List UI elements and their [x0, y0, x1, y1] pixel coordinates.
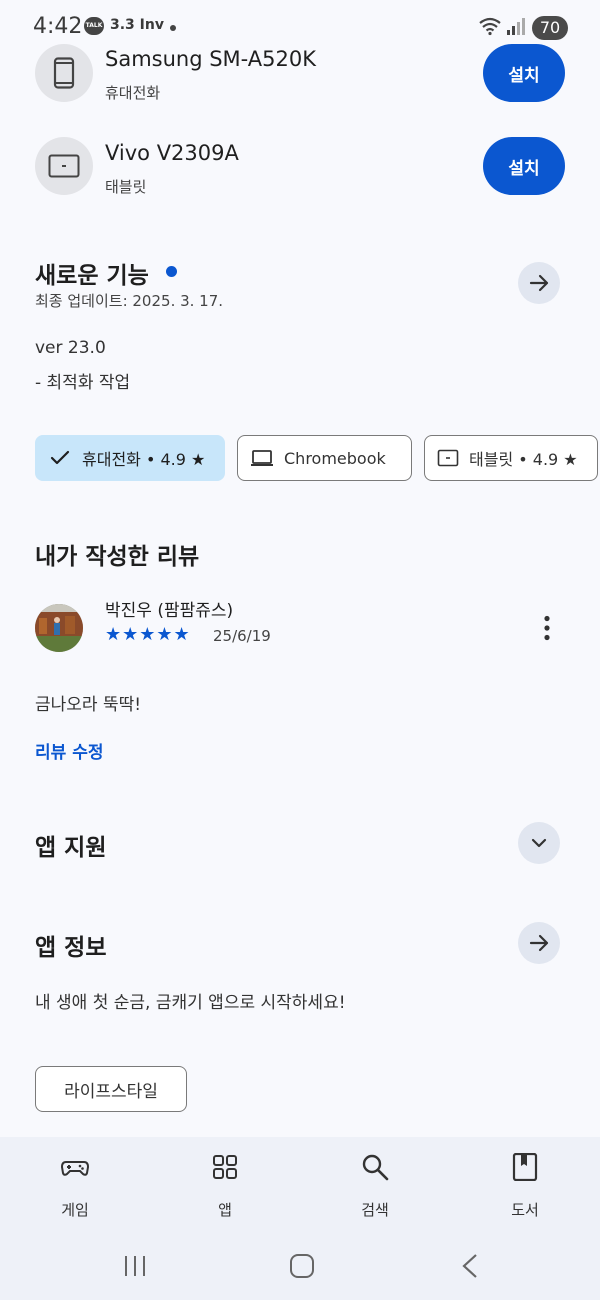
arrow-right-icon [529, 934, 549, 952]
nav-games[interactable]: 게임 [25, 1137, 125, 1237]
whats-new-title: 새로운 기능 [35, 263, 149, 289]
review-text: 금나오라 뚝딱! [35, 695, 142, 715]
talk-notification-icon: TALK [84, 17, 104, 35]
laptop-icon [251, 450, 273, 466]
arrow-right-icon [529, 274, 549, 292]
tablet-icon [48, 154, 80, 178]
back-icon[interactable] [460, 1253, 480, 1279]
app-description: 내 생애 첫 순금, 금캐기 앱으로 시작하세요! [35, 993, 346, 1013]
reviewer-name: 박진우 (팜팜쥬스) [105, 601, 234, 621]
chip-phone[interactable]: 휴대전화 • 4.9 ★ [35, 435, 225, 481]
nav-label: 검색 [361, 1201, 389, 1219]
nav-label: 도서 [511, 1201, 539, 1219]
phone-device-icon-container [35, 44, 93, 102]
check-icon [50, 450, 70, 465]
nav-apps[interactable]: 앱 [175, 1137, 275, 1237]
new-indicator-dot [166, 266, 177, 277]
book-icon [512, 1153, 538, 1181]
app-info-arrow-button[interactable] [518, 922, 560, 964]
tablet-device-icon-container [35, 137, 93, 195]
review-stars: ★★★★★ [105, 624, 191, 645]
system-navigation-bar [0, 1242, 600, 1300]
edit-review-link[interactable]: 리뷰 수정 [35, 738, 103, 763]
review-date: 25/6/19 [213, 627, 271, 645]
app-info-title: 앱 정보 [35, 935, 107, 961]
chip-label: 태블릿 • 4.9 ★ [469, 450, 578, 469]
device-type: 휴대전화 [105, 84, 161, 102]
nav-label: 앱 [218, 1201, 232, 1219]
nav-books[interactable]: 도서 [475, 1137, 575, 1237]
category-chip[interactable]: 라이프스타일 [35, 1066, 187, 1112]
chip-label: 휴대전화 • 4.9 ★ [82, 450, 206, 469]
install-button[interactable]: 설치 [483, 137, 565, 195]
notification-dot-icon [170, 25, 176, 31]
phone-icon [53, 57, 75, 89]
apps-grid-icon [213, 1155, 237, 1179]
more-options-icon[interactable] [540, 615, 554, 641]
status-time: 4:42 [33, 14, 83, 39]
tablet-icon [437, 449, 459, 467]
search-icon [362, 1154, 389, 1181]
device-name: Samsung SM-A520K [105, 47, 317, 71]
status-indicators: 3.3 Inv [110, 17, 164, 33]
chip-tablet[interactable]: 태블릿 • 4.9 ★ [424, 435, 598, 481]
gamepad-icon [61, 1161, 89, 1176]
bottom-navigation: 게임 앱 검색 도서 [0, 1137, 600, 1242]
update-note: - 최적화 작업 [35, 373, 131, 393]
my-review-title: 내가 작성한 리뷰 [35, 544, 200, 570]
device-name: Vivo V2309A [105, 141, 239, 165]
home-icon[interactable] [289, 1253, 315, 1279]
whats-new-arrow-button[interactable] [518, 262, 560, 304]
avatar [35, 604, 83, 652]
recents-icon[interactable] [122, 1254, 148, 1278]
chevron-down-icon [531, 838, 547, 848]
nav-label: 게임 [61, 1201, 89, 1219]
app-support-title: 앱 지원 [35, 835, 107, 861]
app-support-expand-button[interactable] [518, 822, 560, 864]
device-type: 태블릿 [105, 178, 147, 196]
chip-label: Chromebook [284, 448, 386, 468]
last-updated: 최종 업데이트: 2025. 3. 17. [35, 292, 224, 310]
chip-chromebook[interactable]: Chromebook [237, 435, 412, 481]
version-text: ver 23.0 [35, 338, 106, 358]
install-button[interactable]: 설치 [483, 44, 565, 102]
battery-indicator: 70 [532, 16, 568, 40]
wifi-icon [479, 17, 501, 36]
nav-search[interactable]: 검색 [325, 1137, 425, 1237]
signal-icon [507, 18, 525, 35]
